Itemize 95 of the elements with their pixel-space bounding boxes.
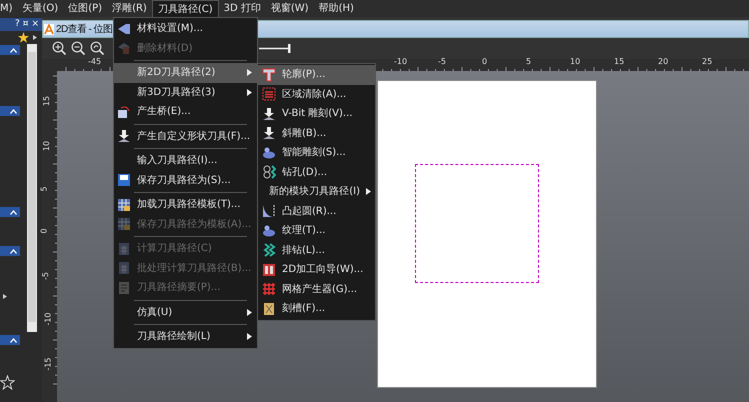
menu-item[interactable]: 刻槽(F)...	[258, 299, 375, 318]
panel-section-header[interactable]	[0, 45, 20, 55]
menu-item[interactable]: 新2D刀具路径(2)	[114, 63, 257, 82]
ruler-label: 15	[43, 96, 52, 106]
zoom-out-icon[interactable]	[71, 41, 86, 56]
calculator-icon	[117, 261, 131, 276]
menu-item[interactable]: 智能雕刻(S)...	[258, 143, 375, 162]
ruler-label: 15	[614, 58, 624, 66]
menu-bar-item[interactable]: 矢量(O)	[18, 0, 64, 17]
menu-bar-item[interactable]: 浮雕(R)	[107, 0, 152, 17]
collapse-icon	[10, 210, 17, 214]
menu-item[interactable]: 轮廓(P)...	[258, 65, 375, 84]
menu-bar-item[interactable]: 位图(P)	[63, 0, 108, 17]
menu-item[interactable]: 产生桥(E)...	[114, 102, 257, 122]
ruler-label: -10	[44, 312, 53, 326]
grid-icon	[117, 217, 131, 232]
submenu-arrow-icon	[247, 333, 252, 340]
zoom-fit-icon[interactable]	[90, 41, 105, 56]
star-outline-icon[interactable]	[0, 375, 15, 390]
lines-icon	[262, 87, 276, 102]
menu-item[interactable]: 纹理(T)...	[258, 221, 375, 240]
ruler-label: 5	[526, 58, 532, 66]
ruler-label: 5	[40, 186, 49, 192]
menu-item[interactable]: 加载刀具路径模板(T)...	[114, 195, 257, 214]
menu-item[interactable]: 凸起圆(R)...	[258, 202, 375, 221]
ruler-label: 20	[658, 58, 668, 66]
menu-bar-item[interactable]: 3D 打印	[218, 0, 266, 17]
menu-item[interactable]: 区域清除(A)...	[258, 84, 375, 104]
menu-item[interactable]: 新3D刀具路径(3)	[114, 82, 257, 102]
menu-item[interactable]: 刀具路径绘制(L)	[114, 327, 257, 346]
menu-item[interactable]: 材料设置(M)...	[114, 19, 257, 38]
panel-header-button[interactable]: ¤	[22, 20, 28, 29]
panel-section-header[interactable]	[0, 246, 20, 256]
menu-bar-item[interactable]: 帮助(H)	[314, 0, 359, 17]
bridge-icon	[117, 104, 131, 119]
ruler-label: 0	[482, 58, 488, 66]
slot-icon	[262, 302, 276, 316]
menu-item[interactable]: 仿真(U)	[114, 302, 257, 322]
ruler-label: 10	[570, 58, 580, 66]
ruler-label: 0	[40, 228, 49, 234]
expand-arrow-icon	[3, 294, 7, 299]
zoom-in-icon[interactable]	[52, 41, 67, 56]
collapse-icon	[10, 248, 17, 254]
drill-icon	[262, 165, 276, 180]
app-logo-icon	[44, 24, 54, 34]
menu-item[interactable]: 2D加工向导(W)...	[258, 260, 375, 280]
zoom-slider-drawing[interactable]	[259, 44, 291, 53]
menu-bar-item[interactable]: M)	[0, 0, 18, 17]
letter-t-icon	[262, 68, 276, 82]
collapse-icon	[10, 48, 17, 52]
panel-header-button[interactable]: ?	[14, 20, 20, 29]
menu-item[interactable]: 保存刀具路径为(S)...	[114, 170, 257, 190]
menu-bar-item[interactable]: 刀具路径(C)	[152, 0, 219, 17]
expand-arrow-icon	[33, 35, 37, 40]
ruler-label: -45	[88, 58, 102, 66]
download-icon	[262, 106, 276, 121]
menu-item[interactable]: V-Bit 雕刻(V)...	[258, 104, 375, 124]
panel-section-header[interactable]	[0, 106, 20, 116]
grid-icon	[117, 198, 131, 212]
viewer-title: 2D查看 - 位图	[56, 22, 112, 36]
blob-icon	[262, 224, 276, 238]
curve-icon	[262, 204, 276, 218]
document-icon	[117, 280, 131, 295]
submenu-arrow-icon	[247, 308, 252, 316]
calculator-icon	[117, 242, 131, 256]
panel-header-button[interactable]: ×	[31, 20, 39, 29]
ruler-label: -15	[44, 357, 53, 371]
mesh-icon	[262, 282, 276, 296]
ruler-label: -5	[438, 58, 446, 66]
submenu-arrow-icon	[247, 88, 252, 96]
ruler-label: 10	[43, 140, 52, 152]
collapse-icon	[10, 108, 17, 114]
bin-icon	[117, 41, 131, 56]
ruler-label: 25	[702, 58, 712, 66]
ruler-label: -10	[394, 58, 408, 66]
menu-bar-item[interactable]: 视窗(W)	[266, 0, 314, 17]
ruler-label: -5	[42, 272, 50, 280]
scrollbar-thumb[interactable]	[28, 52, 36, 322]
menu-item[interactable]: 排钻(L)...	[258, 240, 375, 260]
scrollbar[interactable]	[27, 44, 37, 332]
panel-section-header[interactable]	[0, 207, 20, 217]
menu-item[interactable]: 斜雕(B)...	[258, 124, 375, 143]
menu-item[interactable]: 输入刀具路径(I)...	[114, 151, 257, 170]
menu-item[interactable]: 钻孔(D)...	[258, 162, 375, 182]
menu-item[interactable]: 网格产生器(G)...	[258, 280, 375, 299]
panel-section-header[interactable]	[0, 335, 20, 345]
download-icon	[117, 129, 131, 144]
submenu-arrow-icon	[247, 69, 252, 76]
star-icon	[18, 32, 29, 43]
collapse-icon	[10, 338, 17, 342]
download-icon	[262, 126, 276, 140]
menu-item[interactable]: 新的模块刀具路径(I)	[258, 182, 375, 202]
submenu-arrow-icon	[366, 188, 371, 196]
menu-item[interactable]: 产生自定义形状刀具(F)...	[114, 126, 257, 146]
blob-icon	[262, 146, 276, 160]
